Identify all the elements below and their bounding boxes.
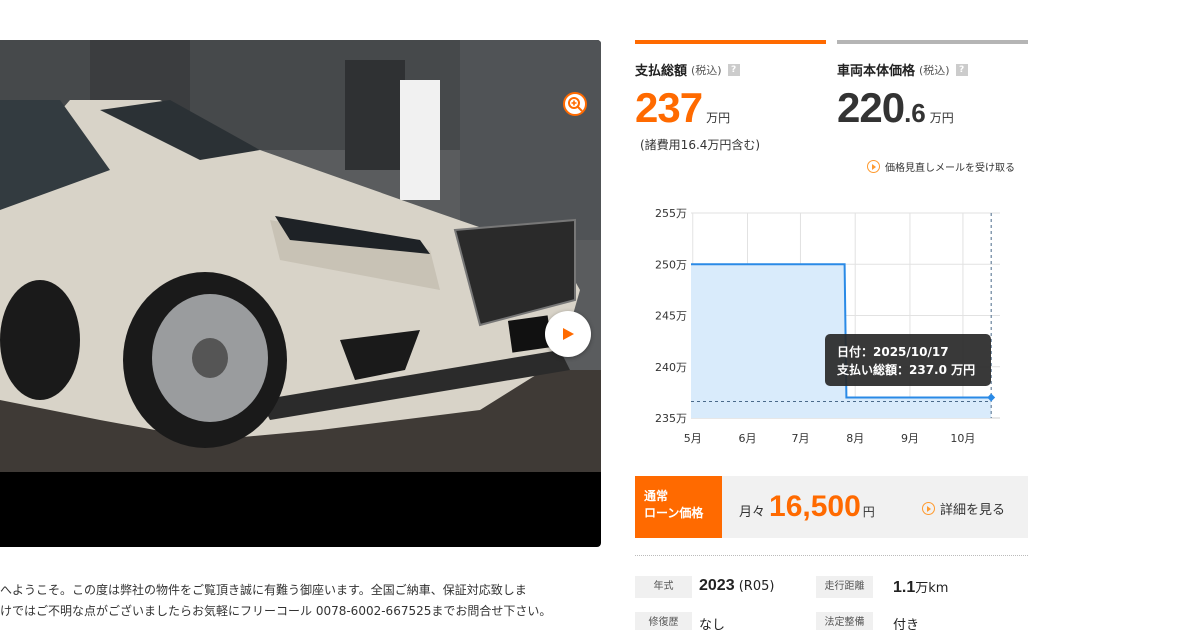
spec-year-value: 2023 (R05) — [699, 577, 774, 595]
spec-repair-label: 修復歴 — [635, 612, 692, 630]
body-price-tab-indicator — [837, 40, 1028, 44]
total-price-value: 237 — [635, 84, 703, 131]
help-icon[interactable]: ? — [727, 63, 740, 76]
loan-badge: 通常 ローン価格 — [635, 476, 722, 538]
spec-mileage-unit: 万km — [915, 581, 949, 596]
chart-y-tick-label: 245万 — [655, 310, 687, 323]
spec-year-era: (R05) — [738, 579, 775, 594]
loan-amount: 16,500 — [769, 490, 861, 523]
total-price-tax-note: (税込) — [691, 63, 722, 77]
spec-repair-value: なし — [699, 618, 726, 630]
spec-mileage-value: 1.1万km — [893, 577, 948, 597]
shop-description: へようこそ。この度は弊社の物件をご覧頂き誠に有難う御座います。全国ご納車、保証対… — [0, 580, 601, 622]
spec-year-label: 年式 — [635, 576, 692, 598]
spec-mileage-label: 走行距離 — [816, 576, 873, 598]
chart-x-tick-label: 5月 — [684, 432, 702, 445]
spec-mileage-number: 1.1 — [893, 579, 916, 596]
chart-y-tick-label: 235万 — [655, 412, 687, 425]
loan-detail-text: 詳細を見る — [940, 503, 1006, 518]
loan-monthly-amount: 月々 16,500 円 — [739, 490, 875, 524]
chart-x-tick-label: 10月 — [950, 432, 975, 445]
car-photo[interactable] — [0, 40, 601, 547]
price-alert-mail-text: 価格見直しメールを受け取る — [885, 163, 1015, 174]
total-price-label-text: 支払総額 — [635, 64, 688, 79]
body-price-label-text: 車両本体価格 — [837, 64, 916, 79]
body-price: 220 .6 万円 — [837, 84, 954, 132]
loan-badge-line-2: ローン価格 — [644, 506, 704, 520]
spec-inspection-label: 法定整備 — [816, 612, 873, 630]
loan-prefix: 月々 — [739, 504, 766, 519]
total-price: 237 万円 — [635, 84, 730, 132]
spec-inspection-value: 付き — [893, 618, 920, 630]
zoom-in-icon[interactable] — [563, 92, 587, 116]
price-history-chart: 255万 250万 245万 240万 235万 5月 6月 7月 8月 9月 10月 — [655, 207, 1000, 445]
body-price-decimal: .6 — [904, 98, 926, 128]
chart-y-tick-label: 255万 — [655, 207, 687, 220]
loan-badge-line-1: 通常 — [644, 489, 669, 503]
chart-x-tick-label: 8月 — [846, 432, 864, 445]
body-price-unit: 万円 — [929, 111, 954, 125]
loan-unit: 円 — [862, 505, 875, 519]
price-alert-mail-link[interactable]: 価格見直しメールを受け取る — [867, 159, 1015, 174]
chart-x-tick-label: 6月 — [739, 432, 757, 445]
description-line-2: けではご不明な点がございましたらお気軽にフリーコール 0078-6002-667… — [0, 604, 552, 618]
body-price-label: 車両本体価格 (税込) ? — [837, 60, 968, 79]
spec-year-number: 2023 — [699, 577, 735, 594]
tooltip-date: 日付：2025/10/17 — [837, 345, 949, 359]
chart-x-tick-label: 7月 — [791, 432, 809, 445]
circle-arrow-icon — [922, 502, 935, 515]
chart-x-tick-label: 9月 — [901, 432, 919, 445]
total-price-label: 支払総額 (税込) ? — [635, 60, 740, 79]
chart-y-tick-label: 240万 — [655, 361, 687, 374]
loan-detail-link[interactable]: 詳細を見る — [922, 499, 1005, 518]
chart-y-tick-label: 250万 — [655, 258, 687, 271]
total-price-unit: 万円 — [706, 111, 731, 125]
play-icon[interactable] — [545, 311, 591, 357]
total-price-tab-indicator — [635, 40, 826, 44]
description-line-1: へようこそ。この度は弊社の物件をご覧頂き誠に有難う御座います。全国ご納車、保証対… — [0, 583, 527, 597]
divider — [635, 555, 1028, 556]
circle-arrow-icon — [867, 160, 880, 173]
loan-price-box: 通常 ローン価格 月々 16,500 円 詳細を見る — [635, 476, 1028, 538]
fees-note: (諸費用16.4万円含む) — [640, 138, 761, 152]
body-price-tax-note: (税込) — [919, 63, 950, 77]
help-icon[interactable]: ? — [955, 63, 968, 76]
car-image — [0, 40, 601, 472]
tooltip-value: 支払い総額：237.0 万円 — [837, 363, 976, 377]
chart-tooltip: 日付：2025/10/17 支払い総額：237.0 万円 — [825, 334, 991, 386]
body-price-integer: 220 — [837, 84, 905, 131]
